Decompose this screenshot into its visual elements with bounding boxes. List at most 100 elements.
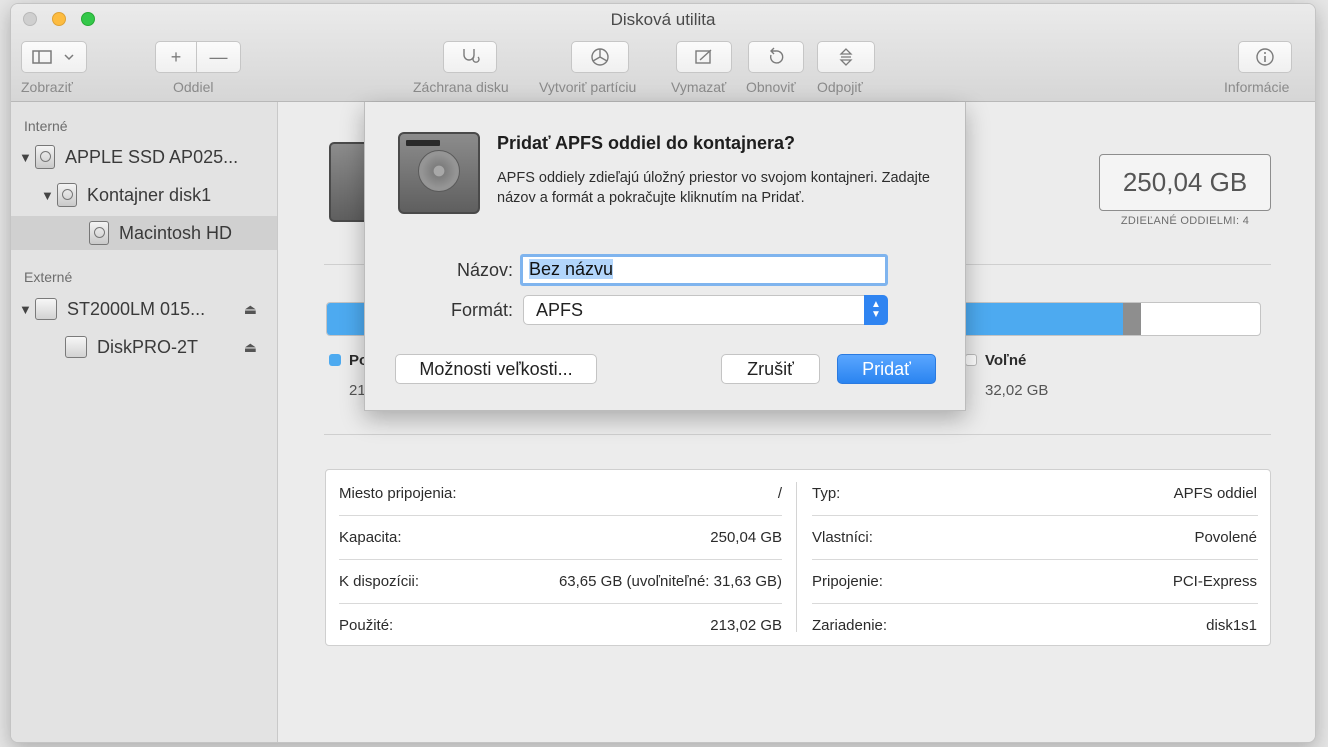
row-divider [339, 559, 782, 560]
view-label: Zobraziť [21, 79, 73, 95]
add-button[interactable]: Pridať [837, 354, 936, 384]
unmount-label: Odpojiť [817, 79, 863, 95]
row-divider [339, 603, 782, 604]
dialog-title: Pridať APFS oddiel do kontajnera? [497, 133, 795, 153]
info-value: 213,02 GB [710, 617, 782, 634]
other-segment [1122, 303, 1141, 335]
name-label: Názov: [456, 260, 513, 280]
format-label: Formát: [450, 300, 513, 320]
row-divider [812, 515, 1258, 516]
disclosure-triangle-icon[interactable]: ▼ [19, 302, 35, 317]
info-value: / [777, 485, 782, 502]
sidebar: Interné ▼ APPLE SSD AP025... ▼ Kontajner… [11, 102, 278, 742]
info-table: Miesto pripojenia: / Kapacita: 250,04 GB… [325, 469, 1271, 646]
add-volume-dialog: Pridať APFS oddiel do kontajnera? APFS o… [364, 102, 966, 411]
free-legend-swatch [965, 354, 977, 366]
row-divider [339, 515, 782, 516]
sidebar-item-container[interactable]: ▼ Kontajner disk1 [11, 178, 277, 212]
titlebar: Disková utilita Zobraziť + — Oddiel Zách… [11, 4, 1315, 102]
partition-label: Vytvoriť partíciu [539, 79, 637, 95]
info-value: APFS oddiel [1173, 485, 1257, 502]
row-divider [812, 559, 1258, 560]
sidebar-item-macintosh-hd[interactable]: Macintosh HD [11, 216, 277, 250]
info-label: Zariadenie: [812, 617, 888, 634]
sidebar-item-label: APPLE SSD AP025... [65, 146, 239, 167]
info-value: 63,65 GB (uvoľniteľné: 31,63 GB) [558, 573, 782, 590]
first-aid-label: Záchrana disku [413, 79, 509, 95]
dialog-description: APFS oddiely zdieľajú úložný priestor vo… [497, 170, 930, 206]
volume-label: Oddiel [173, 79, 214, 95]
remove-volume-button[interactable]: — [197, 41, 241, 73]
info-label: Použité: [339, 617, 394, 634]
volume-disk-icon [329, 142, 369, 222]
external-header: Externé [24, 269, 73, 285]
volume-disk-icon [89, 221, 109, 245]
external-disk-icon [35, 298, 57, 320]
column-divider [796, 482, 797, 632]
info-label: Vlastníci: [812, 529, 873, 546]
size-options-button[interactable]: Možnosti veľkosti... [395, 354, 597, 384]
info-value: Povolené [1194, 529, 1257, 546]
info-label: Typ: [812, 485, 841, 502]
capacity-box: 250,04 GB [1099, 154, 1271, 211]
info-label: Miesto pripojenia: [339, 485, 457, 502]
used-legend-swatch [329, 354, 341, 366]
restore-label: Obnoviť [746, 79, 796, 95]
row-divider [812, 603, 1258, 604]
free-legend-label: Voľné [985, 352, 1027, 369]
chevron-down-icon [64, 54, 74, 61]
eject-icon[interactable]: ⏏ [244, 339, 257, 356]
info-value: disk1s1 [1206, 617, 1257, 634]
updown-chevron-icon: ▲ ▼ [864, 295, 888, 325]
restore-icon [769, 47, 784, 64]
info-value: 250,04 GB [710, 529, 782, 546]
free-legend-value: 32,02 GB [985, 382, 1049, 399]
window-title: Disková utilita [610, 10, 716, 29]
stethoscope-icon [463, 49, 480, 63]
name-input-value: Bez názvu [529, 259, 614, 279]
erase-button[interactable] [676, 41, 732, 73]
pie-chart-icon [591, 48, 609, 66]
erase-label: Vymazať [671, 79, 727, 95]
unmount-icon [839, 48, 853, 66]
sidebar-item-label: ST2000LM 015... [67, 298, 206, 319]
divider [324, 434, 1271, 435]
eject-icon[interactable]: ⏏ [244, 301, 257, 318]
info-label: K dispozícii: [339, 573, 420, 590]
internal-header: Interné [24, 118, 68, 134]
container-disk-icon [57, 183, 77, 207]
name-input[interactable]: Bez názvu [520, 254, 888, 286]
restore-button[interactable] [748, 41, 804, 73]
view-button[interactable] [21, 41, 87, 73]
sidebar-item-diskpro[interactable]: DiskPRO-2T ⏏ [11, 330, 277, 364]
info-value: PCI-Express [1172, 573, 1257, 590]
format-select[interactable]: APFS ▲ ▼ [523, 295, 888, 325]
disclosure-triangle-icon[interactable]: ▼ [41, 188, 57, 203]
add-volume-button[interactable]: + [155, 41, 197, 73]
sidebar-item-label: DiskPRO-2T [97, 336, 199, 357]
info-icon [1256, 48, 1274, 66]
disk-utility-window: Disková utilita Zobraziť + — Oddiel Zách… [10, 3, 1316, 743]
info-label: Informácie [1224, 79, 1290, 95]
sidebar-item-label: Macintosh HD [119, 222, 233, 243]
internal-disk-icon [35, 145, 55, 169]
external-volume-icon [65, 336, 87, 358]
shared-volumes-label: ZDIEĽANÉ ODDIELMI: 4 [1120, 215, 1250, 227]
erase-icon [695, 49, 712, 64]
sidebar-item-apple-ssd[interactable]: ▼ APPLE SSD AP025... [11, 140, 277, 174]
format-select-value: APFS [536, 299, 584, 320]
partition-button[interactable] [571, 41, 629, 73]
sidebar-item-label: Kontajner disk1 [87, 184, 212, 205]
sidebar-icon [32, 50, 52, 64]
cancel-button[interactable]: Zrušiť [721, 354, 820, 384]
info-button[interactable] [1238, 41, 1292, 73]
sidebar-item-st2000lm[interactable]: ▼ ST2000LM 015... ⏏ [11, 292, 277, 326]
disclosure-triangle-icon[interactable]: ▼ [19, 150, 35, 165]
minus-icon: — [209, 46, 228, 67]
info-label: Kapacita: [339, 529, 402, 546]
first-aid-button[interactable] [443, 41, 497, 73]
info-label: Pripojenie: [812, 573, 883, 590]
plus-icon: + [170, 46, 182, 67]
unmount-button[interactable] [817, 41, 875, 73]
hard-disk-icon [398, 132, 480, 214]
